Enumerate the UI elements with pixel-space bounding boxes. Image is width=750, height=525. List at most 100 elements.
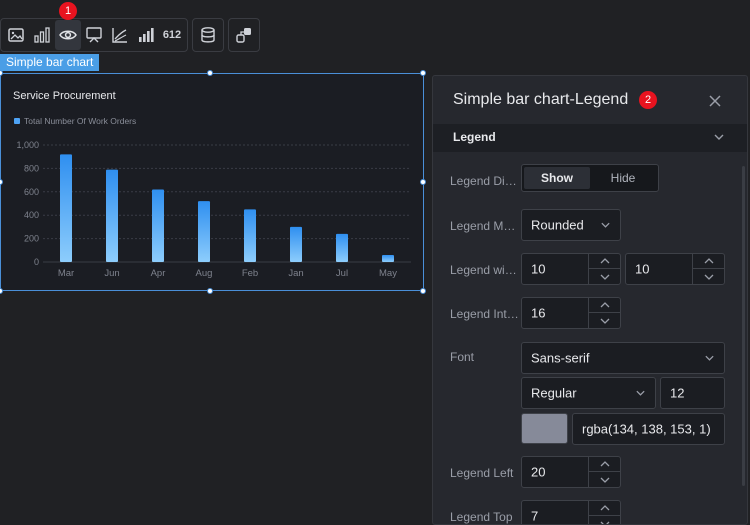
bar-mar[interactable] bbox=[60, 154, 72, 262]
decrement-button[interactable] bbox=[589, 516, 621, 524]
selected-component-label: Simple bar chart bbox=[0, 54, 100, 71]
legend-display-label: Legend Display bbox=[450, 174, 520, 188]
step-badge-2: 2 bbox=[639, 91, 657, 109]
resize-handle-r[interactable] bbox=[420, 179, 426, 185]
increment-button[interactable] bbox=[693, 254, 725, 269]
increment-button[interactable] bbox=[589, 254, 621, 269]
chevron-up-icon bbox=[600, 461, 610, 467]
y-tick-label: 800 bbox=[24, 163, 39, 173]
decrement-button[interactable] bbox=[693, 269, 725, 284]
legend-height-value: 10 bbox=[635, 261, 650, 277]
histogram-tool-button[interactable] bbox=[133, 20, 159, 50]
legend-interval-value: 16 bbox=[531, 305, 546, 321]
increment-button[interactable] bbox=[589, 457, 621, 472]
bar-jun[interactable] bbox=[106, 169, 118, 262]
show-option[interactable]: Show bbox=[524, 167, 590, 189]
resize-handle-t[interactable] bbox=[207, 70, 213, 76]
resize-handle-br[interactable] bbox=[420, 288, 426, 294]
decrement-button[interactable] bbox=[589, 313, 621, 328]
step-badge-1: 1 bbox=[59, 2, 77, 20]
legend-tool-button[interactable]: 1 bbox=[55, 2, 81, 50]
panel-scrollbar[interactable] bbox=[742, 166, 745, 486]
x-tick-label: Jun bbox=[104, 268, 119, 279]
font-weight-select[interactable]: Regular bbox=[521, 377, 656, 409]
legend-width-stepper bbox=[588, 254, 621, 284]
legend-settings-panel: Simple bar chart-Legend 2 Legend Legend … bbox=[432, 75, 748, 525]
bar-may[interactable] bbox=[382, 254, 394, 262]
legend-left-input[interactable]: 20 bbox=[521, 456, 621, 488]
data-tools-group bbox=[192, 18, 224, 52]
resize-handle-bl[interactable] bbox=[0, 288, 3, 294]
line-chart-tool-button[interactable] bbox=[107, 20, 133, 50]
chevron-down-icon bbox=[600, 274, 610, 280]
increment-button[interactable] bbox=[589, 298, 621, 313]
database-tool-button[interactable] bbox=[195, 20, 221, 50]
increment-button[interactable] bbox=[589, 501, 621, 516]
chevron-up-icon bbox=[600, 505, 610, 511]
carousel-tool-button[interactable] bbox=[81, 20, 107, 50]
eye-icon bbox=[59, 30, 77, 40]
x-tick-label: Jan bbox=[288, 268, 303, 279]
chevron-down-icon bbox=[600, 318, 610, 324]
histogram-icon bbox=[139, 28, 154, 42]
section-label: Legend bbox=[453, 130, 496, 144]
bar-chart-icon bbox=[34, 27, 50, 43]
resize-handle-tr[interactable] bbox=[420, 70, 426, 76]
bar-aug[interactable] bbox=[198, 201, 210, 262]
y-tick-label: 1,000 bbox=[16, 140, 39, 150]
number-tool-button[interactable]: 612 bbox=[159, 20, 185, 50]
resize-handle-b[interactable] bbox=[207, 288, 213, 294]
legend-mark-select[interactable]: Rounded bbox=[521, 209, 621, 241]
legend-interval-label: Legend Interval bbox=[450, 307, 520, 321]
legend-left-stepper bbox=[588, 457, 621, 487]
legend-size-label: Legend width/height bbox=[450, 263, 520, 277]
chevron-down-icon bbox=[714, 134, 724, 140]
legend-height-input[interactable]: 10 bbox=[625, 253, 725, 285]
x-tick-label: Feb bbox=[242, 268, 258, 279]
decrement-button[interactable] bbox=[589, 472, 621, 487]
legend-height-stepper bbox=[692, 254, 725, 284]
chevron-down-icon bbox=[704, 274, 714, 280]
number-icon: 612 bbox=[162, 29, 182, 41]
font-family-select[interactable]: Sans-serif bbox=[521, 342, 725, 374]
close-button[interactable] bbox=[709, 94, 721, 112]
link-icon bbox=[236, 28, 251, 43]
legend-display-toggle: Show Hide bbox=[521, 164, 659, 192]
font-color-swatch[interactable] bbox=[521, 413, 568, 444]
font-size-input[interactable]: 12 bbox=[660, 377, 725, 409]
legend-top-stepper bbox=[588, 501, 621, 524]
close-icon bbox=[709, 95, 721, 107]
bar-chart-tool-button[interactable] bbox=[29, 20, 55, 50]
bar-jul[interactable] bbox=[336, 233, 348, 262]
decrement-button[interactable] bbox=[589, 269, 621, 284]
x-tick-label: Apr bbox=[151, 268, 166, 279]
legend-section-header[interactable]: Legend bbox=[433, 124, 747, 152]
panel-title: Simple bar chart-Legend bbox=[453, 91, 629, 108]
chevron-up-icon bbox=[600, 258, 610, 264]
hide-option[interactable]: Hide bbox=[590, 167, 656, 189]
bar-feb[interactable] bbox=[244, 209, 256, 262]
bar-apr[interactable] bbox=[152, 189, 164, 262]
font-color-value: rgba(134, 138, 153, 1) bbox=[582, 421, 711, 437]
bar-jan[interactable] bbox=[290, 226, 302, 262]
y-tick-label: 200 bbox=[24, 234, 39, 244]
bar-chart-plot: 0 200 400 600 800 1,000 Mar Jun Apr Aug Feb Jan Jul M… bbox=[16, 140, 411, 279]
legend-mark-label: Legend Mark bbox=[450, 219, 520, 233]
bar-chart-widget[interactable]: Service Procurement Total Number Of Work… bbox=[0, 73, 424, 291]
legend-left-value: 20 bbox=[531, 464, 546, 480]
chevron-down-icon bbox=[601, 222, 610, 228]
carousel-icon bbox=[86, 27, 102, 43]
legend-width-input[interactable]: 10 bbox=[521, 253, 621, 285]
x-tick-label: Aug bbox=[196, 268, 213, 279]
image-tool-button[interactable] bbox=[3, 20, 29, 50]
link-tool-button[interactable] bbox=[231, 20, 257, 50]
link-tools-group bbox=[228, 18, 260, 52]
font-size-value: 12 bbox=[670, 385, 685, 401]
legend-top-input[interactable]: 7 bbox=[521, 500, 621, 524]
legend-interval-stepper bbox=[588, 298, 621, 328]
database-icon bbox=[201, 27, 215, 43]
legend-interval-input[interactable]: 16 bbox=[521, 297, 621, 329]
legend-left-label: Legend Left bbox=[450, 466, 514, 480]
x-tick-label: Mar bbox=[58, 268, 74, 279]
font-color-input[interactable]: rgba(134, 138, 153, 1) bbox=[572, 413, 725, 445]
